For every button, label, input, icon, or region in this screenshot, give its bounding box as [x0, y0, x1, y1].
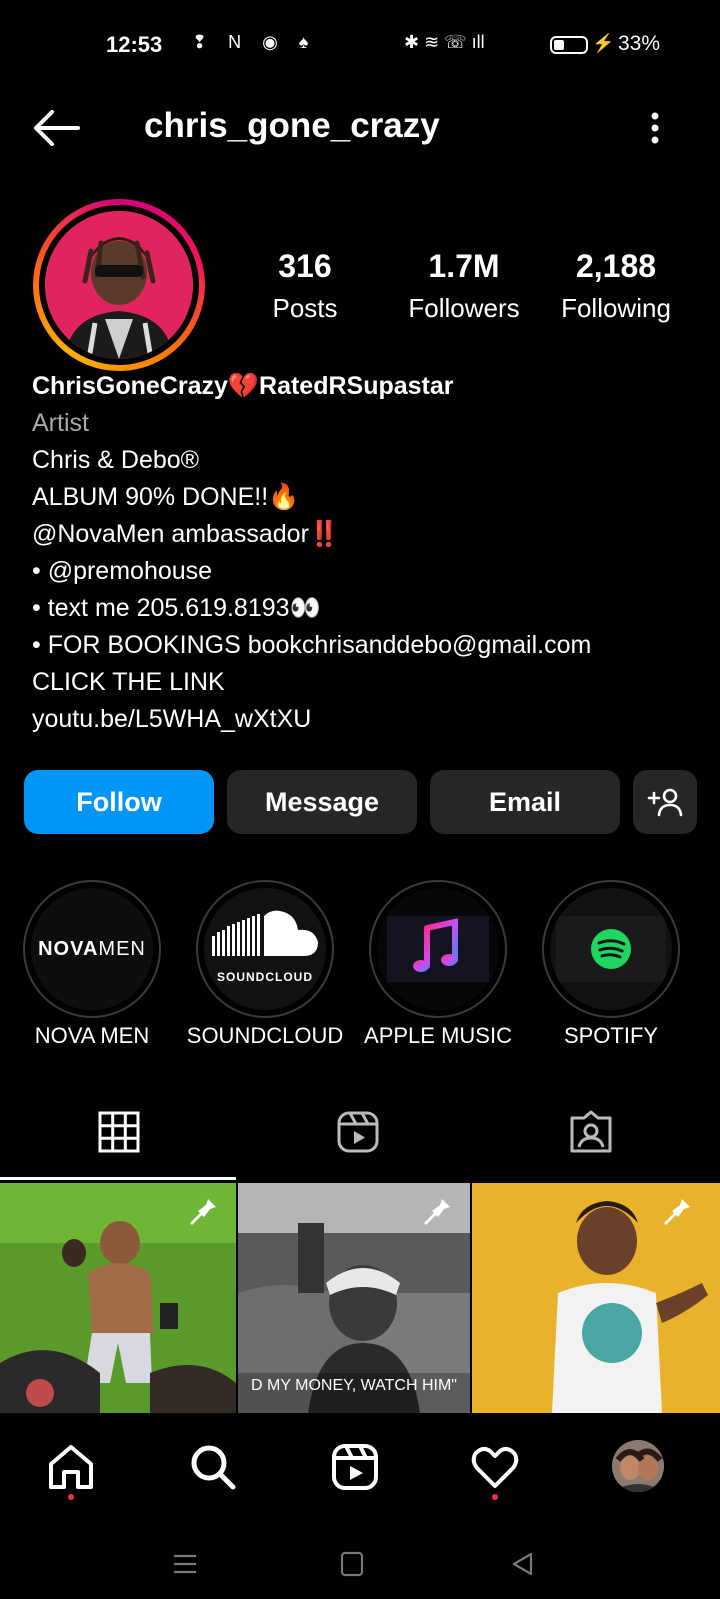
profile-category: Artist — [32, 409, 89, 437]
highlight-nova-men[interactable]: NOVA MEN — [23, 880, 161, 1018]
back-triangle-icon[interactable] — [510, 1551, 534, 1577]
back-arrow-icon — [34, 110, 80, 146]
search-icon — [191, 1445, 236, 1490]
highlight-spotify[interactable] — [542, 880, 680, 1018]
more-vertical-icon — [651, 112, 659, 144]
reels-icon — [337, 1111, 379, 1153]
bio-line: • text me 205.619.8193👀 — [32, 594, 321, 622]
activity-notification-dot — [492, 1494, 498, 1500]
bio-link[interactable]: youtu.be/L5WHA_wXtXU — [32, 701, 702, 738]
back-button[interactable] — [30, 108, 82, 148]
pinned-icon — [418, 1191, 454, 1227]
home-square-icon[interactable] — [340, 1551, 364, 1577]
notification-icons: ❢ N ◉ ♠ — [192, 32, 317, 52]
pinned-icon — [658, 1191, 694, 1227]
spotify-icon — [556, 916, 666, 982]
tab-reels[interactable] — [336, 1110, 380, 1154]
connectivity-icons: ✱ ≋ ☏ ıll — [404, 32, 485, 52]
highlight-label: SPOTIFY — [563, 1023, 659, 1048]
apple-music-icon — [387, 916, 489, 982]
soundcloud-text: SOUNDCLOUD — [217, 970, 313, 984]
active-tab-indicator — [0, 1177, 236, 1180]
status-time: 12:53 — [106, 32, 163, 57]
post-thumbnail[interactable]: D MY MONEY, WATCH HIM" — [238, 1183, 470, 1413]
status-bar: 12:53 ❢ N ◉ ♠ ✱ ≋ ☏ ıll ⚡ 33% — [0, 28, 720, 64]
charging-icon: ⚡ — [592, 33, 615, 53]
battery-percent: 33% — [618, 32, 661, 55]
system-navigation-bar — [0, 1527, 720, 1599]
nav-reels[interactable] — [330, 1442, 380, 1492]
highlight-apple-music[interactable] — [369, 880, 507, 1018]
post-thumbnail[interactable] — [472, 1183, 720, 1413]
highlight-label: APPLE MUSIC — [364, 1023, 512, 1048]
grid-icon — [98, 1111, 140, 1153]
post-caption-overlay: D MY MONEY, WATCH HIM" — [251, 1377, 457, 1394]
nav-search[interactable] — [188, 1442, 238, 1492]
tab-posts-grid[interactable] — [97, 1110, 141, 1154]
pinned-icon — [184, 1191, 220, 1227]
posts-count[interactable]: 316 Posts — [230, 248, 380, 324]
heart-icon — [471, 1446, 519, 1488]
bio-line: Chris & Debo® — [32, 446, 200, 474]
battery-icon — [550, 36, 588, 54]
suggested-users-button[interactable] — [633, 770, 697, 834]
bio-line: CLICK THE LINK — [32, 668, 225, 696]
profile-bio: ChrisGoneCrazy💔RatedRSupastar Artist Chr… — [32, 368, 702, 738]
bio-line[interactable]: • @premohouse — [32, 553, 702, 590]
nav-home[interactable] — [46, 1442, 96, 1492]
home-icon — [49, 1445, 93, 1489]
tagged-user-icon — [570, 1110, 612, 1153]
nova-men-logo: NOVA — [38, 937, 99, 960]
follow-button[interactable]: Follow — [24, 770, 214, 834]
highlight-soundcloud[interactable]: SOUNDCLOUD — [196, 880, 334, 1018]
profile-username: chris_gone_crazy — [144, 106, 440, 145]
followers-count[interactable]: 1.7M Followers — [389, 248, 539, 324]
home-notification-dot — [68, 1494, 74, 1500]
add-user-icon — [647, 788, 683, 817]
nav-activity[interactable] — [470, 1442, 520, 1492]
reels-icon — [332, 1444, 378, 1490]
email-button[interactable]: Email — [430, 770, 620, 834]
tab-tagged[interactable] — [569, 1110, 613, 1154]
highlight-label: SOUNDCLOUD — [186, 1023, 344, 1048]
display-name: ChrisGoneCrazy💔RatedRSupastar — [32, 372, 454, 400]
more-options-button[interactable] — [640, 108, 670, 148]
profile-avatar[interactable] — [45, 211, 193, 359]
nav-profile-avatar[interactable] — [612, 1440, 664, 1492]
bio-line: • FOR BOOKINGS bookchrisanddebo@gmail.co… — [32, 631, 592, 659]
bio-line[interactable]: @NovaMen ambassador‼️ — [32, 516, 702, 553]
following-count[interactable]: 2,188 Following — [541, 248, 691, 324]
bio-line: ALBUM 90% DONE!!🔥 — [32, 483, 300, 511]
post-thumbnail[interactable] — [0, 1183, 236, 1413]
highlight-label: NOVA MEN — [34, 1023, 150, 1048]
message-button[interactable]: Message — [227, 770, 417, 834]
recent-apps-icon[interactable] — [172, 1553, 198, 1575]
soundcloud-logo-icon — [212, 910, 318, 956]
